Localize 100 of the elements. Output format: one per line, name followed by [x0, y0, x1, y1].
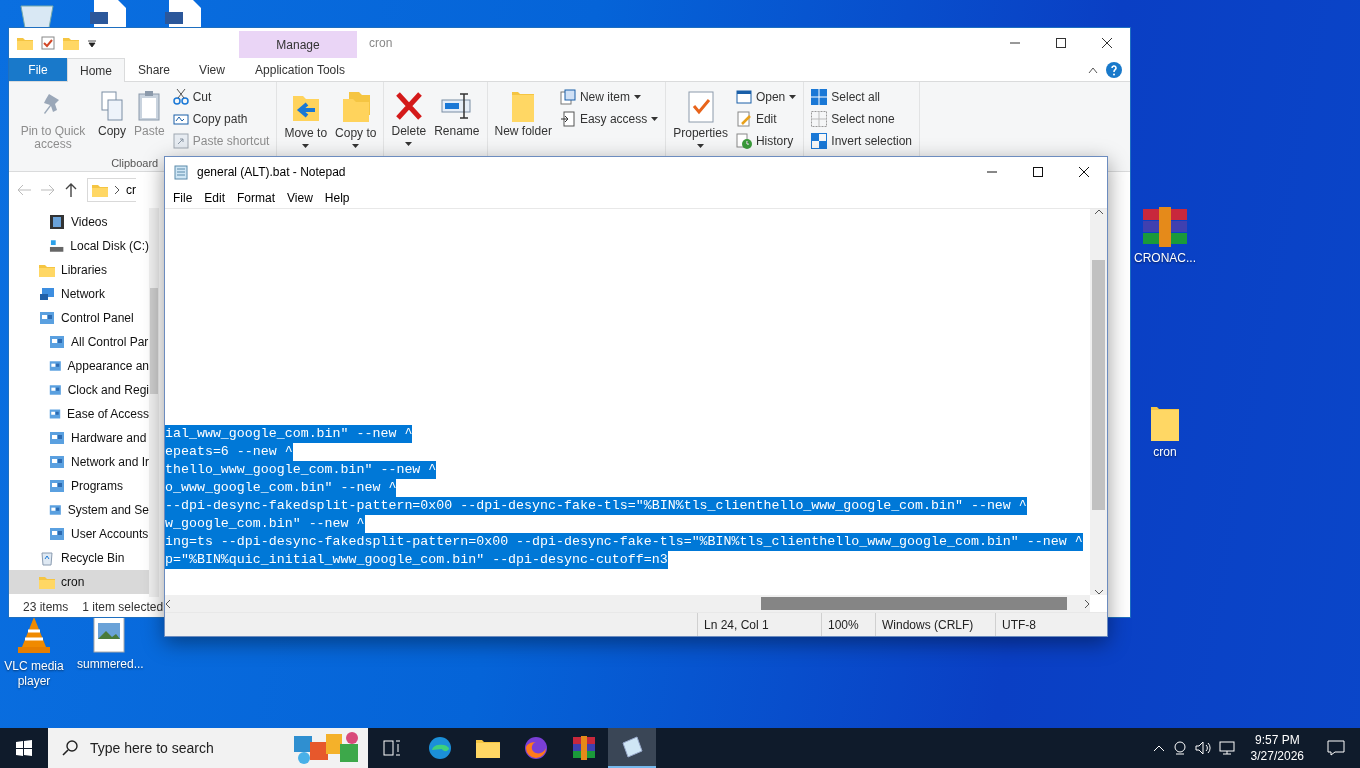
- path-icon[interactable]: [172, 112, 189, 126]
- scroll-right-icon[interactable]: [1084, 599, 1090, 608]
- menu-item[interactable]: Format: [231, 188, 282, 207]
- ribbon-button[interactable]: Move to: [281, 84, 331, 155]
- address-text: cr: [126, 182, 136, 199]
- ribbon-button[interactable]: History: [732, 130, 800, 152]
- clock[interactable]: 9:57 PM 3/27/2026: [1242, 728, 1312, 768]
- select-all-icon[interactable]: [811, 89, 828, 105]
- invert-selection-icon[interactable]: [811, 133, 828, 149]
- settings-category-icon: [49, 502, 62, 518]
- ribbon-button[interactable]: Copy path: [169, 108, 273, 130]
- scrollbar-thumb[interactable]: [150, 288, 158, 394]
- ribbon-button[interactable]: New item: [556, 86, 662, 108]
- nav-item[interactable]: cron: [9, 570, 149, 594]
- nav-item[interactable]: Programs: [9, 474, 149, 498]
- library-icon: [39, 263, 55, 277]
- rename-icon[interactable]: [439, 90, 474, 122]
- ribbon-tab[interactable]: File: [9, 58, 67, 81]
- status-text: 23 items: [23, 599, 69, 616]
- address-bar[interactable]: cr: [87, 178, 136, 202]
- ribbon-button[interactable]: Invert selection: [808, 130, 915, 152]
- window-title: cron: [368, 35, 393, 52]
- ribbon-button[interactable]: Edit: [732, 108, 800, 130]
- ribbon-button[interactable]: Open: [732, 86, 800, 108]
- nav-item[interactable]: Local Disk (C:): [9, 234, 149, 258]
- webcam-icon[interactable]: [1172, 741, 1187, 755]
- ribbon-button[interactable]: Properties: [670, 84, 731, 155]
- nav-item[interactable]: User Accounts: [9, 522, 149, 546]
- network-monitor-icon[interactable]: [1218, 741, 1235, 755]
- nav-item[interactable]: Network: [9, 282, 149, 306]
- open-window-icon[interactable]: [735, 90, 752, 104]
- ribbon-button[interactable]: Copy: [95, 84, 129, 155]
- icon-label[interactable]: cron: [1133, 445, 1197, 460]
- help-icon[interactable]: [1106, 61, 1122, 78]
- new-item-icon[interactable]: [559, 89, 576, 105]
- collapse-caret-icon[interactable]: [1088, 65, 1098, 74]
- browser-wave-icon: [428, 736, 452, 760]
- nav-item[interactable]: Recycle Bin: [9, 546, 149, 570]
- properties-checkmark-icon[interactable]: [686, 90, 715, 124]
- close-icon[interactable]: [1102, 38, 1112, 48]
- chevron-icon: [114, 186, 120, 194]
- nav-item[interactable]: System and Se: [9, 498, 149, 522]
- ribbon-button[interactable]: Cut: [169, 86, 273, 108]
- scroll-down-icon[interactable]: [1094, 589, 1103, 595]
- nav-item[interactable]: All Control Par: [9, 330, 149, 354]
- menu-item[interactable]: View: [281, 188, 319, 207]
- chevron-up-icon[interactable]: [1152, 744, 1165, 752]
- icon-label[interactable]: summered...: [77, 657, 141, 672]
- ribbon-button[interactable]: New folder: [491, 84, 555, 155]
- history-clock-icon[interactable]: [735, 133, 752, 149]
- easy-access-icon[interactable]: [559, 111, 576, 127]
- search-bar[interactable]: Type here to search: [48, 728, 290, 768]
- task-view-icon: [383, 740, 401, 756]
- menu-item[interactable]: Help: [318, 188, 356, 207]
- settings-category-icon: [49, 454, 65, 470]
- folder-icon: [1151, 405, 1179, 441]
- maximize-icon[interactable]: [1033, 167, 1043, 177]
- nav-item[interactable]: Clock and Regi: [9, 378, 149, 402]
- menu-item[interactable]: File: [167, 188, 199, 207]
- ribbon-button[interactable]: Select all: [808, 86, 915, 108]
- ribbon-tab[interactable]: View: [183, 58, 241, 81]
- settings-category-icon: [49, 358, 62, 374]
- scroll-left-icon[interactable]: [165, 599, 171, 608]
- checklist-icon[interactable]: [41, 36, 55, 50]
- nav-item[interactable]: Appearance an: [9, 354, 149, 378]
- ribbon-tab[interactable]: Home: [67, 58, 125, 82]
- scrollbar-thumb[interactable]: [1092, 260, 1105, 510]
- ribbon-button[interactable]: Easy access: [556, 108, 662, 130]
- up-arrow-icon[interactable]: [65, 183, 77, 197]
- scissors-icon[interactable]: [172, 89, 189, 105]
- dropdown-caret-icon[interactable]: [87, 38, 97, 48]
- drive-icon: [49, 238, 65, 254]
- scroll-up-icon[interactable]: [1094, 209, 1103, 215]
- icon-label[interactable]: CRONAC...: [1133, 251, 1197, 266]
- maximize-icon[interactable]: [1056, 38, 1066, 48]
- speaker-icon[interactable]: [1194, 741, 1211, 755]
- control-panel-icon: [39, 310, 55, 326]
- ribbon-button[interactable]: Copy to: [332, 84, 380, 155]
- taskbar-app[interactable]: [608, 728, 656, 768]
- delete-cross-icon[interactable]: [393, 90, 424, 122]
- ribbon-button[interactable]: Delete: [388, 84, 430, 155]
- nav-item[interactable]: Control Panel: [9, 306, 149, 330]
- icon-label[interactable]: VLC media player: [2, 659, 66, 689]
- ribbon-tab[interactable]: Share: [125, 58, 183, 81]
- notepad-icon: [620, 735, 644, 759]
- nav-item[interactable]: Videos: [9, 210, 149, 234]
- scrollbar-thumb[interactable]: [761, 597, 1067, 610]
- menu-item[interactable]: Edit: [198, 188, 232, 207]
- archive-books-icon: [572, 736, 596, 760]
- ribbon-button[interactable]: Select none: [808, 108, 915, 130]
- nav-item[interactable]: Network and Ir: [9, 450, 149, 474]
- nav-item[interactable]: Libraries: [9, 258, 149, 282]
- nav-item[interactable]: Hardware and: [9, 426, 149, 450]
- folder-icon: [39, 575, 55, 589]
- windows-logo-icon: [16, 740, 32, 756]
- ribbon-button[interactable]: Rename: [431, 84, 483, 155]
- select-none-icon[interactable]: [811, 111, 828, 127]
- close-icon[interactable]: [1079, 167, 1089, 177]
- nav-item[interactable]: Ease of Access: [9, 402, 149, 426]
- new-folder-icon: [512, 90, 535, 122]
